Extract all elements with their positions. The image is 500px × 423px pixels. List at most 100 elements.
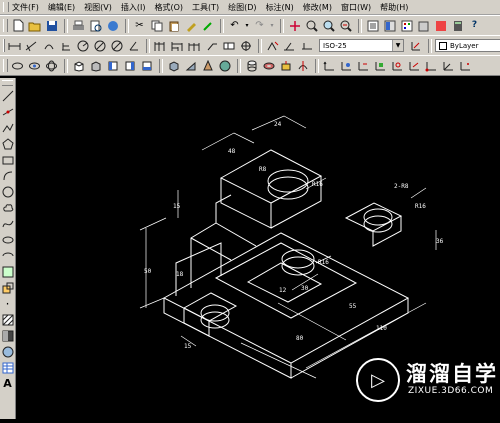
menu-dimension[interactable]: 标注(N) — [266, 2, 294, 13]
layer-select[interactable]: ByLayer — [435, 39, 500, 52]
table-icon[interactable] — [1, 361, 14, 374]
construction-line-icon[interactable] — [1, 105, 14, 118]
undo-icon[interactable]: ↶ — [227, 18, 242, 33]
center-mark-icon[interactable] — [238, 38, 253, 53]
block-editor-icon[interactable] — [200, 18, 215, 33]
paste-icon[interactable] — [166, 18, 181, 33]
hatch-icon[interactable] — [1, 313, 14, 326]
revolve-icon[interactable] — [295, 58, 310, 73]
baseline-icon[interactable] — [170, 38, 185, 53]
right-view-icon[interactable] — [122, 58, 137, 73]
line-icon[interactable] — [1, 89, 14, 102]
redo-icon[interactable]: ↷ — [252, 18, 267, 33]
make-block-icon[interactable] — [1, 281, 14, 294]
insert-block-icon[interactable] — [1, 265, 14, 278]
menu-draw[interactable]: 绘图(D) — [228, 2, 256, 13]
cut-icon[interactable]: ✂ — [132, 18, 147, 33]
jogged-icon[interactable] — [92, 38, 107, 53]
menu-edit[interactable]: 编辑(E) — [48, 2, 75, 13]
print-preview-icon[interactable] — [88, 18, 103, 33]
menu-modify[interactable]: 修改(M) — [303, 2, 332, 13]
spline-icon[interactable] — [1, 217, 14, 230]
dimension-edit-icon[interactable] — [265, 38, 280, 53]
arc-length-icon[interactable] — [41, 38, 56, 53]
design-center-icon[interactable] — [382, 18, 397, 33]
ucs-zaxis-icon[interactable] — [441, 58, 456, 73]
top-view-icon[interactable] — [71, 58, 86, 73]
menu-insert[interactable]: 插入(I) — [121, 2, 146, 13]
menu-format[interactable]: 格式(O) — [154, 2, 183, 13]
copy-icon[interactable] — [149, 18, 164, 33]
polyline-icon[interactable] — [1, 121, 14, 134]
sheet-set-icon[interactable] — [416, 18, 431, 33]
tolerance-icon[interactable] — [221, 38, 236, 53]
ucs-world-icon[interactable] — [339, 58, 354, 73]
aligned-dimension-icon[interactable] — [24, 38, 39, 53]
menu-help[interactable]: 帮助(H) — [380, 2, 408, 13]
sphere-icon[interactable] — [217, 58, 232, 73]
menu-file[interactable]: 文件(F) — [12, 2, 39, 13]
open-folder-icon[interactable] — [27, 18, 42, 33]
dimension-text-edit-icon[interactable] — [282, 38, 297, 53]
left-view-icon[interactable] — [105, 58, 120, 73]
arc-icon[interactable] — [1, 169, 14, 182]
point-icon[interactable]: · — [1, 297, 14, 310]
dimension-update-icon[interactable] — [299, 38, 314, 53]
box-icon[interactable] — [166, 58, 181, 73]
ellipse-arc-icon[interactable] — [1, 249, 14, 262]
zoom-previous-icon[interactable] — [338, 18, 353, 33]
rectangle-icon[interactable] — [1, 153, 14, 166]
front-view-icon[interactable] — [139, 58, 154, 73]
ucs-view-icon[interactable] — [407, 58, 422, 73]
markup-icon[interactable] — [433, 18, 448, 33]
cylinder-icon[interactable] — [244, 58, 259, 73]
ucs-icon[interactable] — [322, 58, 337, 73]
cone-icon[interactable] — [200, 58, 215, 73]
extrude-icon[interactable] — [278, 58, 293, 73]
ellipse-icon[interactable] — [1, 233, 14, 246]
radius-icon[interactable] — [75, 38, 90, 53]
continuous-orbit-icon[interactable] — [44, 58, 59, 73]
save-icon[interactable] — [44, 18, 59, 33]
dimension-style-icon[interactable] — [408, 38, 423, 53]
continue-icon[interactable] — [187, 38, 202, 53]
bottom-view-icon[interactable] — [88, 58, 103, 73]
ucs-object-icon[interactable] — [390, 58, 405, 73]
menu-window[interactable]: 窗口(W) — [341, 2, 371, 13]
orbit-icon[interactable] — [10, 58, 25, 73]
angular-icon[interactable] — [126, 38, 141, 53]
menu-view[interactable]: 视图(V) — [84, 2, 112, 13]
ucs-3point-icon[interactable] — [458, 58, 473, 73]
match-properties-icon[interactable] — [183, 18, 198, 33]
wedge-icon[interactable] — [183, 58, 198, 73]
revision-cloud-icon[interactable] — [1, 201, 14, 214]
ucs-origin-icon[interactable] — [424, 58, 439, 73]
polygon-icon[interactable] — [1, 137, 14, 150]
chevron-down-icon[interactable]: ▼ — [392, 40, 403, 51]
undo-dropdown-icon[interactable]: ▾ — [244, 18, 250, 33]
help-icon[interactable]: ? — [467, 18, 482, 33]
calculator-icon[interactable] — [450, 18, 465, 33]
zoom-realtime-icon[interactable] — [304, 18, 319, 33]
ucs-face-icon[interactable] — [373, 58, 388, 73]
diameter-icon[interactable] — [109, 38, 124, 53]
ordinate-icon[interactable] — [58, 38, 73, 53]
quick-dimension-icon[interactable] — [153, 38, 168, 53]
linear-dimension-icon[interactable] — [7, 38, 22, 53]
free-orbit-icon[interactable] — [27, 58, 42, 73]
redo-dropdown-icon[interactable]: ▾ — [269, 18, 275, 33]
qleader-icon[interactable] — [204, 38, 219, 53]
multiline-text-icon[interactable]: A — [1, 377, 14, 390]
zoom-window-icon[interactable] — [321, 18, 336, 33]
ucs-previous-icon[interactable] — [356, 58, 371, 73]
properties-icon[interactable] — [365, 18, 380, 33]
menu-tools[interactable]: 工具(T) — [192, 2, 219, 13]
circle-icon[interactable] — [1, 185, 14, 198]
region-icon[interactable] — [1, 345, 14, 358]
dimension-style-select[interactable]: ISO-25 ▼ — [319, 39, 404, 52]
torus-icon[interactable] — [261, 58, 276, 73]
pan-icon[interactable] — [287, 18, 302, 33]
tool-palettes-icon[interactable] — [399, 18, 414, 33]
publish-icon[interactable] — [105, 18, 120, 33]
gradient-icon[interactable] — [1, 329, 14, 342]
